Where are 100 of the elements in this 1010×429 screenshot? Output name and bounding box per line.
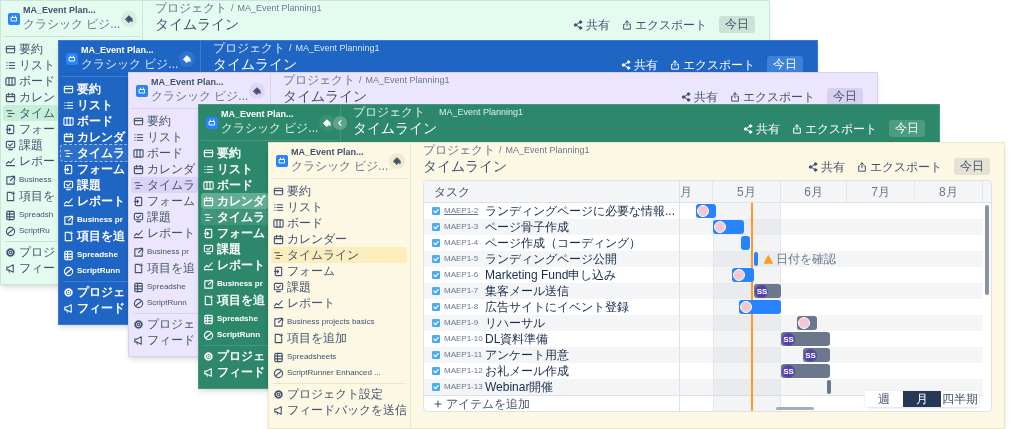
sidebar-item[interactable]: フォーム <box>131 193 198 209</box>
sidebar-item[interactable]: フォーム <box>61 161 128 177</box>
sidebar-item[interactable]: フィードバックを送信 <box>271 402 407 418</box>
task-bar[interactable] <box>713 220 744 234</box>
sidebar-item[interactable]: 課題 <box>131 209 174 225</box>
sidebar-item[interactable]: Spreadsh <box>3 207 57 223</box>
sidebar-item[interactable]: Business <box>3 172 55 188</box>
sidebar-item[interactable]: フォー <box>3 121 58 137</box>
share-button[interactable]: 共有 <box>808 157 845 176</box>
breadcrumb-link[interactable]: MA_Event Planning1 <box>439 105 524 120</box>
sidebar-item[interactable]: 項目を <box>3 188 58 204</box>
sidebar-item[interactable]: リスト <box>3 57 58 73</box>
sidebar-item[interactable]: タイムライン <box>271 247 407 263</box>
breadcrumb-link[interactable]: プロジェクト <box>283 73 355 88</box>
sidebar-item[interactable]: レポー <box>3 153 58 169</box>
theme-button[interactable] <box>249 82 265 99</box>
sidebar-item[interactable]: タイム <box>3 105 58 121</box>
sidebar-item[interactable]: リスト <box>61 97 116 113</box>
breadcrumb-link[interactable]: プロジェクト <box>353 105 425 120</box>
task-bar[interactable]: SS <box>781 364 830 378</box>
sidebar-item[interactable]: プロジェ <box>201 348 268 364</box>
export-button[interactable]: エクスポート <box>670 55 755 74</box>
sidebar-item[interactable]: タイムラ <box>131 177 198 193</box>
sidebar-item[interactable]: ボード <box>131 145 186 161</box>
sidebar-item[interactable]: 項目を追 <box>61 228 128 244</box>
sidebar-item[interactable]: プロジェクト設定 <box>271 386 407 402</box>
scrollbar-thumb[interactable] <box>985 205 989 295</box>
sidebar-item[interactable]: 要約 <box>131 113 174 129</box>
sidebar-item[interactable]: 項目を追 <box>131 260 198 276</box>
sidebar-item[interactable]: フィード <box>61 300 128 316</box>
sidebar-item[interactable]: カレンダ <box>131 161 198 177</box>
zoom-option[interactable]: 四半期 <box>941 391 979 407</box>
zoom-option[interactable]: 週 <box>865 391 903 407</box>
add-item-button[interactable]: アイテムを追加 <box>424 395 679 411</box>
theme-button[interactable] <box>179 50 195 67</box>
issue-key[interactable]: MAEP1-13 <box>444 381 481 393</box>
theme-button[interactable] <box>319 114 335 131</box>
issue-key[interactable]: MAEP1-5 <box>444 253 481 265</box>
sidebar-item[interactable]: フィー <box>3 260 58 276</box>
sidebar-item[interactable]: ボード <box>271 215 407 231</box>
sidebar-item[interactable]: 項目を追 <box>201 292 268 308</box>
task-bar[interactable]: SS <box>803 348 830 362</box>
sidebar-item[interactable]: 課題 <box>271 279 407 295</box>
sidebar-item[interactable]: ScriptRunner Enhanced ... <box>271 365 407 381</box>
issue-key[interactable]: MAEP1-6 <box>444 269 481 281</box>
breadcrumb-link[interactable]: MA_Event Planning1 <box>365 73 450 88</box>
sidebar-item[interactable]: Spreadsheets <box>271 349 407 365</box>
sidebar-item[interactable]: ScriptRunn <box>201 327 264 343</box>
sidebar-item[interactable]: レポート <box>61 193 128 209</box>
sidebar-item[interactable]: リスト <box>131 129 186 145</box>
breadcrumb-link[interactable]: MA_Event Planning1 <box>237 1 322 16</box>
breadcrumb-link[interactable]: MA_Event Planning1 <box>295 41 380 56</box>
sidebar-item[interactable]: Business pr <box>131 244 192 260</box>
issue-key[interactable]: MAEP1-9 <box>444 317 481 329</box>
issue-key[interactable]: MAEP1-4 <box>444 237 481 249</box>
sidebar-item[interactable]: ボード <box>201 177 256 193</box>
sidebar-item[interactable]: 項目を追加 <box>271 330 407 346</box>
export-button[interactable]: エクスポート <box>792 119 877 138</box>
sidebar-item[interactable]: レポート <box>271 295 407 311</box>
sidebar-item[interactable]: Business pr <box>61 212 126 228</box>
sidebar-item[interactable]: リスト <box>201 161 256 177</box>
sidebar-item[interactable]: プロジェ <box>131 316 198 332</box>
sidebar-item[interactable]: 課題 <box>61 177 104 193</box>
collapse-button[interactable] <box>333 116 347 130</box>
sidebar-item[interactable]: ScriptRunn <box>131 295 190 311</box>
sidebar-item[interactable]: フォーム <box>201 225 268 241</box>
sidebar-item[interactable]: フォーム <box>271 263 407 279</box>
sidebar-item[interactable]: レポート <box>131 225 198 241</box>
task-bar[interactable] <box>827 380 832 394</box>
issue-key[interactable]: MAEP1-11 <box>444 349 481 361</box>
sidebar-item[interactable]: Business pr <box>201 276 266 292</box>
sidebar-item[interactable]: 課題 <box>201 241 244 257</box>
issue-key[interactable]: MAEP1-10 <box>444 333 481 345</box>
sidebar-item[interactable]: Spreadshe <box>61 247 121 263</box>
sidebar-item[interactable]: Spreadshe <box>131 279 189 295</box>
zoom-option[interactable]: 月 <box>903 391 941 407</box>
today-button[interactable]: 今日 <box>954 158 990 175</box>
sidebar-item[interactable]: ボード <box>3 73 58 89</box>
issue-key[interactable]: MAEP1-8 <box>444 301 481 313</box>
sidebar-item[interactable]: タイムラ <box>61 145 128 161</box>
sidebar-item[interactable]: 要約 <box>61 81 104 97</box>
breadcrumb-link[interactable]: プロジェクト <box>423 143 495 158</box>
task-bar[interactable] <box>796 316 817 330</box>
issue-key[interactable]: MAEP1-7 <box>444 285 481 297</box>
task-bar[interactable] <box>754 252 759 266</box>
theme-button[interactable] <box>121 10 137 27</box>
task-bar[interactable] <box>695 204 716 218</box>
breadcrumb-link[interactable]: MA_Event Planning1 <box>505 143 590 158</box>
sidebar-item[interactable]: Spreadshe <box>201 311 261 327</box>
share-button[interactable]: 共有 <box>621 55 658 74</box>
issue-key[interactable]: MAEP1-3 <box>444 221 481 233</box>
sidebar-item[interactable]: 要約 <box>201 145 244 161</box>
issue-key[interactable]: MAEP1-12 <box>444 365 481 377</box>
share-button[interactable]: 共有 <box>573 15 610 34</box>
theme-button[interactable] <box>389 152 405 169</box>
sidebar-item[interactable]: Business projects basics <box>271 314 407 330</box>
task-bar[interactable] <box>732 268 755 282</box>
sidebar-item[interactable]: レポート <box>201 257 268 273</box>
task-bar[interactable]: SS <box>754 284 781 298</box>
share-button[interactable]: 共有 <box>681 87 718 106</box>
